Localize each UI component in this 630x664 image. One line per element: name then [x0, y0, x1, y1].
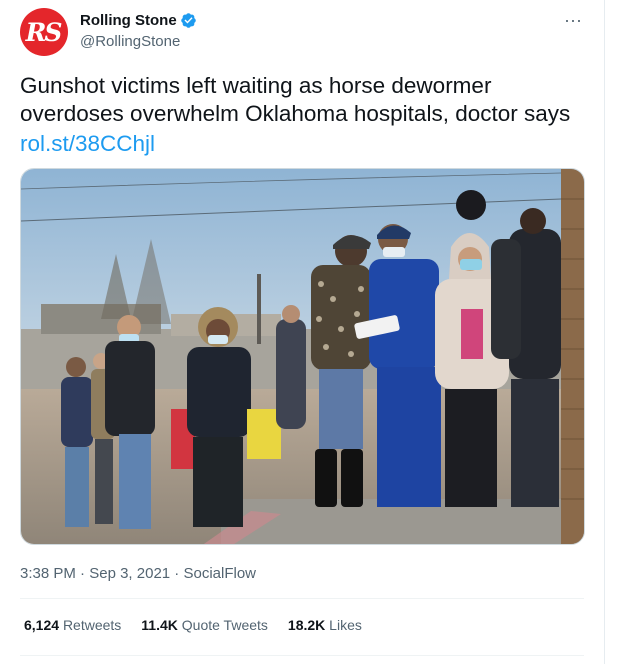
- tweet-source[interactable]: SocialFlow: [183, 565, 256, 582]
- tweet-card: RS Rolling Stone @RollingStone ··· Gunsh…: [0, 0, 605, 664]
- retweets-count: 6,124: [24, 617, 60, 633]
- separator-dot: ·: [80, 565, 86, 582]
- author-name-row[interactable]: Rolling Stone: [80, 12, 197, 29]
- tweet-photo[interactable]: [20, 168, 585, 545]
- quote-tweets-label: Quote Tweets: [181, 617, 268, 633]
- tweet-timestamp: 3:38 PM · Sep 3, 2021 · SocialFlow: [20, 565, 256, 582]
- user-handle[interactable]: @RollingStone: [80, 33, 180, 50]
- likes-stat[interactable]: 18.2K Likes: [288, 617, 362, 633]
- quote-tweets-stat[interactable]: 11.4K Quote Tweets: [141, 617, 268, 633]
- likes-label: Likes: [329, 617, 362, 633]
- people-waiting-in-line-photo: [21, 169, 584, 544]
- retweets-stat[interactable]: 6,124 Retweets: [24, 617, 121, 633]
- avatar-logo-text: RS: [25, 17, 63, 47]
- divider: [20, 655, 584, 656]
- verified-badge-icon: [180, 13, 196, 28]
- avatar[interactable]: RS: [20, 8, 68, 56]
- tweet-text: Gunshot victims left waiting as horse de…: [20, 73, 571, 126]
- separator-dot: ·: [174, 565, 180, 582]
- tweet-time[interactable]: 3:38 PM: [20, 565, 76, 582]
- likes-count: 18.2K: [287, 617, 326, 633]
- display-name[interactable]: Rolling Stone: [80, 12, 177, 29]
- quote-tweets-count: 11.4K: [141, 617, 178, 633]
- tweet-body: Gunshot victims left waiting as horse de…: [20, 72, 590, 158]
- divider: [20, 598, 584, 599]
- tweet-link[interactable]: rol.st/38CChjl: [20, 130, 590, 158]
- retweets-label: Retweets: [62, 617, 122, 633]
- tweet-date[interactable]: Sep 3, 2021: [89, 565, 170, 582]
- more-horizontal-icon[interactable]: ···: [564, 10, 582, 31]
- engagement-stats: 6,124 Retweets 11.4K Quote Tweets 18.2K …: [24, 617, 382, 633]
